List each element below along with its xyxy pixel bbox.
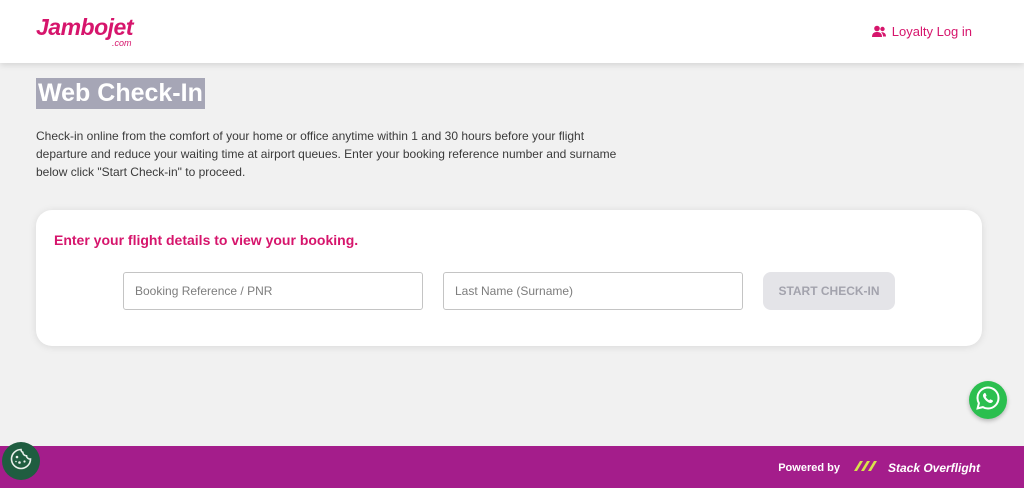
booking-reference-input[interactable]: [123, 272, 423, 310]
check-in-instructions: Check-in online from the comfort of your…: [36, 129, 617, 179]
jambojet-logo[interactable]: Jambojet: [36, 16, 133, 39]
logo-domain-suffix: .com: [112, 38, 132, 48]
cookie-icon: [9, 447, 33, 476]
powered-by-credit: Powered by Stack Overflight: [778, 460, 980, 475]
whatsapp-icon: [975, 385, 1001, 416]
stack-overflight-logo-icon: [852, 460, 880, 475]
site-footer: Powered by Stack Overflight: [0, 446, 1024, 488]
users-icon: [871, 25, 886, 38]
cookie-settings-button[interactable]: [2, 442, 40, 480]
start-check-in-button[interactable]: START CHECK-IN: [763, 272, 895, 310]
page-title: Web Check-In: [36, 78, 205, 109]
booking-form-card: Enter your flight details to view your b…: [36, 210, 982, 346]
powered-by-label: Powered by: [778, 461, 840, 474]
form-heading: Enter your flight details to view your b…: [54, 232, 359, 248]
loyalty-login-label: Loyalty Log in: [891, 24, 972, 39]
stack-overflight-brand[interactable]: Stack Overflight: [888, 461, 980, 475]
site-header: Jambojet .com Loyalty Log in: [0, 0, 1024, 63]
whatsapp-chat-button[interactable]: [969, 381, 1007, 419]
loyalty-login-link[interactable]: Loyalty Log in: [871, 24, 972, 39]
last-name-input[interactable]: [443, 272, 743, 310]
